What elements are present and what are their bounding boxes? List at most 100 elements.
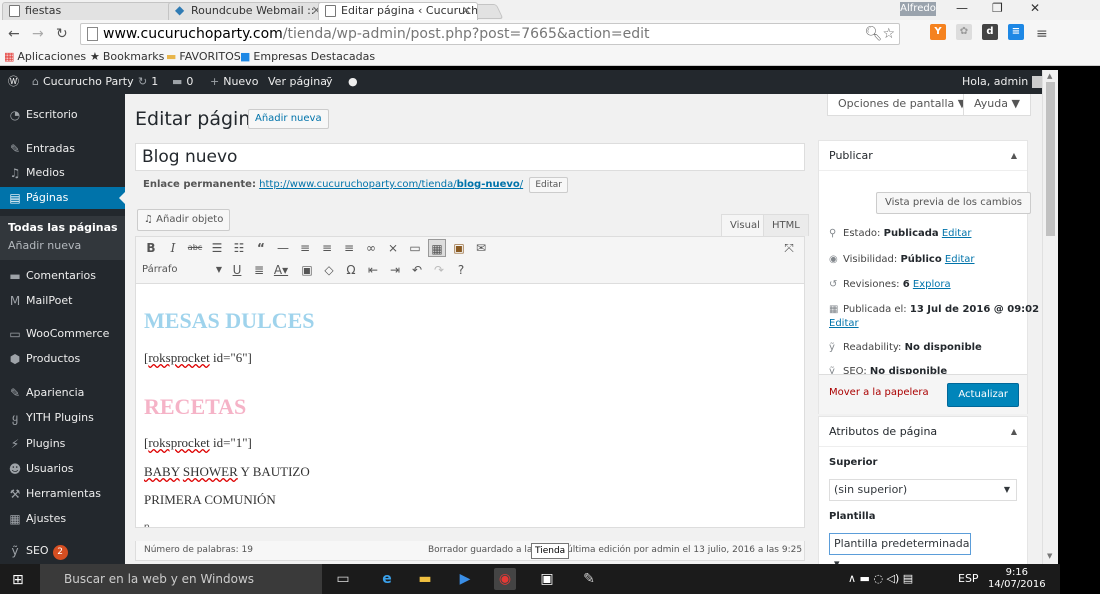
task-view-icon[interactable]: ▭ [332,568,354,590]
sidebar-item-yith[interactable]: ყ YITH Plugins [0,407,125,429]
forward-icon[interactable]: → [32,26,44,42]
screen-options-button[interactable]: Opciones de pantalla ▼ [827,94,978,116]
sidebar-item-mailpoet[interactable]: M MailPoet [0,290,125,312]
justify-icon[interactable]: ≣ [250,261,268,279]
add-new-page-button[interactable]: Añadir nueva [248,109,329,129]
editor-content[interactable]: MESAS DULCES [roksprocket id="6"] RECETA… [135,284,805,528]
plugin-icon[interactable]: ▣ [450,239,468,257]
sidebar-item-apariencia[interactable]: ✎ Apariencia [0,382,125,404]
align-left-icon[interactable]: ≡ [296,239,314,257]
bullet-list-icon[interactable]: ☰ [208,239,226,257]
help-icon[interactable]: ? [452,261,470,279]
sidebar-item-productos[interactable]: ⬢ Productos [0,348,125,370]
chrome-icon[interactable]: ◉ [494,568,516,590]
page-attributes-header[interactable]: Atributos de página ▲ [819,417,1027,447]
align-center-icon[interactable]: ≡ [318,239,336,257]
sidebar-item-usuarios[interactable]: ☻ Usuarios [0,458,125,480]
extension-icon[interactable]: ✿ [956,24,972,40]
move-to-trash-link[interactable]: Mover a la papelera [829,387,929,398]
post-title-input[interactable]: Blog nuevo [135,143,805,171]
browse-revisions-link[interactable]: Explora [913,279,951,290]
profile-badge[interactable]: Alfredo [900,2,936,16]
strikethrough-icon[interactable]: abc [186,239,204,257]
link-icon[interactable]: ∞ [362,239,380,257]
update-button[interactable]: Actualizar [947,383,1019,407]
sidebar-item-ajustes[interactable]: ▦ Ajustes [0,508,125,530]
paste-text-icon[interactable]: ▣ [298,261,316,279]
account-link[interactable]: Hola, admin [962,70,1044,94]
close-icon[interactable]: ✕ [462,3,471,19]
page-scrollbar[interactable]: ▲ ▼ [1042,70,1058,564]
yoast-icon[interactable]: ỹ [326,70,333,94]
toolbar-toggle-icon[interactable]: ▦ [428,239,446,257]
browser-tab-active[interactable]: Editar página ‹ Cucurucho ✕ [318,2,478,20]
read-more-icon[interactable]: ▭ [406,239,424,257]
tab-html[interactable]: HTML [763,214,809,236]
align-right-icon[interactable]: ≡ [340,239,358,257]
sidebar-item-paginas[interactable]: ▤ Páginas [0,187,125,209]
italic-icon[interactable]: I [164,239,182,257]
bookmark-apps[interactable]: ▦ Aplicaciones [4,48,86,66]
bookmark-empresas[interactable]: ■ Empresas Destacadas [240,48,375,66]
numbered-list-icon[interactable]: ☷ [230,239,248,257]
bookmark-favoritos[interactable]: ▬ FAVORITOS [166,48,241,66]
permalink-link[interactable]: http://www.cucuruchoparty.com/tienda/blo… [259,179,523,190]
back-icon[interactable]: ← [8,26,20,42]
paint-icon[interactable]: ✎ [578,568,600,590]
browser-tab[interactable]: ◆ Roundcube Webmail :: En ✕ [168,2,328,20]
sidebar-item-entradas[interactable]: ✎ Entradas [0,138,125,160]
edit-date-link[interactable]: Editar [829,317,859,331]
redo-icon[interactable]: ↷ [430,261,448,279]
sidebar-item-comentarios[interactable]: ▬ Comentarios [0,265,125,287]
fullscreen-icon[interactable]: ⤧ [780,239,798,257]
extension-icon[interactable]: Y [930,24,946,40]
help-button[interactable]: Ayuda ▼ [963,94,1031,116]
add-media-button[interactable]: ♫ Añadir objeto [137,209,231,231]
outdent-icon[interactable]: ⇤ [364,261,382,279]
edit-status-link[interactable]: Editar [942,228,972,239]
file-explorer-icon[interactable]: ▬ [414,568,436,590]
sidebar-item-plugins[interactable]: ⚡ Plugins [0,433,125,455]
parent-select[interactable]: (sin superior) ▼ [829,479,1017,501]
collapse-icon[interactable]: ▲ [1011,141,1017,171]
unlink-icon[interactable]: ⨯ [384,239,402,257]
clock[interactable]: 9:16 14/07/2016 [988,567,1046,591]
indent-icon[interactable]: ⇥ [386,261,404,279]
undo-icon[interactable]: ↶ [408,261,426,279]
site-name-link[interactable]: ⌂ Cucurucho Party [32,70,134,94]
submenu-anadir-nueva[interactable]: Añadir nueva [8,238,81,254]
view-page-link[interactable]: Ver página [268,70,327,94]
horizontal-rule-icon[interactable]: — [274,239,292,257]
minimize-icon[interactable]: — [956,1,968,15]
sidebar-item-escritorio[interactable]: ◔ Escritorio [0,104,125,126]
format-select[interactable]: Párrafo ▼ [142,262,224,278]
reload-icon[interactable]: ↻ [56,26,68,42]
extension-icon[interactable]: ≡ [1008,24,1024,40]
updates-link[interactable]: ↻ 1 [138,70,158,94]
scrollbar-thumb[interactable] [1046,82,1055,236]
comments-link[interactable]: ▬ 0 [172,70,193,94]
scroll-down-icon[interactable]: ▼ [1047,552,1052,560]
special-char-icon[interactable]: Ω [342,261,360,279]
text-color-icon[interactable]: A▾ [272,261,290,279]
new-content-link[interactable]: + Nuevo [210,70,258,94]
sidebar-item-seo[interactable]: ỹ SEO 2 [0,540,125,562]
clear-format-icon[interactable]: ◇ [320,261,338,279]
edit-permalink-button[interactable]: Editar [529,177,568,193]
close-window-icon[interactable]: ✕ [1030,1,1040,15]
language-indicator[interactable]: ESP [958,564,979,594]
tray-icons[interactable]: ∧ ▬ ◌ ◁) ▤ [848,564,913,594]
template-select[interactable]: Plantilla predeterminada ▾ [829,533,971,564]
shortcode-icon[interactable]: ✉ [472,239,490,257]
preview-changes-button[interactable]: Vista previa de los cambios [876,192,1032,214]
sidebar-item-woocommerce[interactable]: ▭ WooCommerce [0,323,125,345]
blockquote-icon[interactable]: “ [252,239,270,257]
scroll-up-icon[interactable]: ▲ [1047,72,1052,80]
extension-icon[interactable]: d [982,24,998,40]
edge-icon[interactable]: e [376,568,398,590]
tab-visual[interactable]: Visual [721,214,769,236]
address-bar[interactable]: www.cucuruchoparty.com/tienda/wp-admin/p… [80,23,900,45]
bookmark-bookmarks[interactable]: ★ Bookmarks [90,48,164,66]
edit-visibility-link[interactable]: Editar [945,254,975,265]
store-icon[interactable]: ▣ [536,568,558,590]
